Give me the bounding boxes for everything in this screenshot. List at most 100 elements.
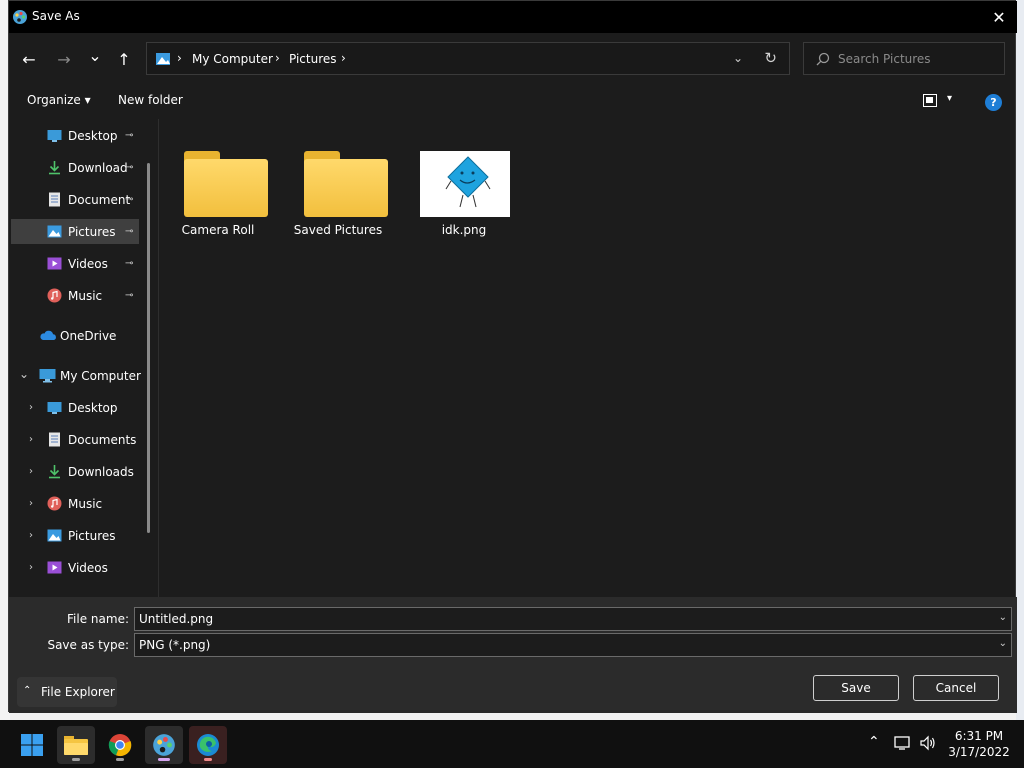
sidebar-item-document-quick[interactable]: Document ⊸ <box>11 187 139 212</box>
sidebar-item-music-quick[interactable]: Music ⊸ <box>11 283 139 308</box>
sidebar-scrollbar[interactable] <box>147 163 150 533</box>
expand-chevron-icon[interactable]: › <box>29 498 33 509</box>
sidebar-item-pictures[interactable]: › Pictures <box>11 523 139 548</box>
forward-arrow-icon[interactable]: → <box>52 47 76 71</box>
file-name-field[interactable]: ⌄ <box>134 607 1012 631</box>
expand-chevron-icon[interactable]: › <box>29 434 33 445</box>
blue-diamond-character-icon <box>445 156 491 208</box>
sidebar-item-pictures-quick[interactable]: Pictures ⊸ <box>11 219 139 244</box>
title-bar: Save As ✕ <box>9 1 1017 33</box>
taskbar-edge[interactable] <box>189 726 227 764</box>
search-box[interactable] <box>803 42 1005 75</box>
save-button[interactable]: Save <box>813 675 899 701</box>
window-title: Save As <box>32 9 80 23</box>
up-arrow-icon[interactable]: ↑ <box>112 47 136 71</box>
save-as-type-select[interactable]: PNG (*.png) ⌄ <box>134 633 1012 657</box>
expand-chevron-icon[interactable]: › <box>29 562 33 573</box>
file-name-input[interactable] <box>139 611 979 627</box>
running-indicator <box>116 758 124 761</box>
download-icon <box>49 161 60 175</box>
sidebar-item-downloads[interactable]: › Downloads <box>11 459 139 484</box>
clock-date: 3/17/2022 <box>948 745 1010 759</box>
back-arrow-icon[interactable]: ← <box>17 47 41 71</box>
sidebar-item-music[interactable]: › Music <box>11 491 139 516</box>
help-icon[interactable]: ? <box>985 94 1002 111</box>
sidebar-item-label: Videos <box>68 256 108 271</box>
sidebar-item-videos[interactable]: › Videos <box>11 555 139 580</box>
file-name-label: Saved Pictures <box>293 223 383 237</box>
new-folder-button[interactable]: New folder <box>118 93 183 107</box>
sidebar-item-label: Downloads <box>68 464 134 479</box>
search-input[interactable] <box>838 50 998 68</box>
taskbar-paint[interactable] <box>145 726 183 764</box>
view-mode-icon[interactable] <box>923 94 937 107</box>
view-options-chevron-icon[interactable]: ▾ <box>947 93 952 104</box>
save-as-type-label: Save as type: <box>47 638 129 652</box>
refresh-icon[interactable]: ↻ <box>764 49 777 67</box>
expand-chevron-icon[interactable]: › <box>29 402 33 413</box>
search-icon <box>816 52 830 66</box>
start-button[interactable] <box>13 726 51 764</box>
sidebar-item-label: Download <box>68 160 128 175</box>
videos-icon <box>47 257 62 270</box>
save-as-dialog: Save As ✕ ← → ⌄ ↑ › My Computer › Pictur… <box>8 0 1017 713</box>
file-explorer-label: File Explorer <box>41 685 115 699</box>
sidebar-item-my-computer[interactable]: ⌄ My Computer <box>11 363 141 388</box>
sidebar-item-label: Desktop <box>68 128 118 143</box>
file-name-label: idk.png <box>441 223 487 237</box>
chevron-up-icon: ⌃ <box>23 685 32 696</box>
document-icon <box>49 192 60 207</box>
sidebar-item-videos-quick[interactable]: Videos ⊸ <box>11 251 139 276</box>
save-as-type-value: PNG (*.png) <box>139 638 211 652</box>
sidebar-item-label: Document <box>68 192 131 207</box>
show-hidden-icons-chevron-icon[interactable]: ⌃ <box>868 734 880 750</box>
pictures-icon <box>156 53 170 65</box>
expand-chevron-icon[interactable]: › <box>29 530 33 541</box>
sidebar-item-label: My Computer <box>60 368 141 383</box>
save-as-type-dropdown-icon[interactable]: ⌄ <box>999 638 1007 649</box>
sidebar-item-onedrive[interactable]: OneDrive <box>11 323 139 348</box>
navigation-pane: Desktop ⊸ Download ⊸ Document ⊸ Pictures… <box>9 119 157 597</box>
breadcrumb-separator[interactable]: › <box>341 51 346 65</box>
organize-button[interactable]: Organize ▾ <box>27 93 91 107</box>
taskbar-file-explorer[interactable] <box>57 726 95 764</box>
breadcrumb-my-computer[interactable]: My Computer <box>192 52 273 66</box>
desktop-icon <box>47 130 62 142</box>
collapse-chevron-icon[interactable]: ⌄ <box>19 367 29 381</box>
folder-icon <box>64 736 88 755</box>
expand-chevron-icon[interactable]: › <box>29 466 33 477</box>
chrome-icon <box>108 734 132 757</box>
sidebar-item-label: Pictures <box>68 224 116 239</box>
taskbar: ⌃ 6:31 PM 3/17/2022 <box>0 720 1024 768</box>
cancel-button[interactable]: Cancel <box>913 675 999 701</box>
address-history-chevron-icon[interactable]: ⌄ <box>733 51 743 65</box>
sidebar-item-desktop-quick[interactable]: Desktop ⊸ <box>11 123 139 148</box>
breadcrumb-pictures[interactable]: Pictures <box>289 52 337 66</box>
file-name-dropdown-icon[interactable]: ⌄ <box>999 612 1007 623</box>
document-icon <box>49 432 60 447</box>
sidebar-item-download-quick[interactable]: Download ⊸ <box>11 155 139 180</box>
pin-icon: ⊸ <box>125 130 134 141</box>
folder-item-saved-pictures[interactable]: Saved Pictures <box>283 133 393 243</box>
recent-locations-chevron-icon[interactable]: ⌄ <box>83 43 107 67</box>
sidebar-item-label: Pictures <box>68 528 116 543</box>
folder-item-camera-roll[interactable]: Camera Roll <box>163 133 273 243</box>
sidebar-item-label: Music <box>68 288 103 303</box>
speaker-icon[interactable] <box>919 735 937 751</box>
pin-icon: ⊸ <box>125 258 134 269</box>
sidebar-item-documents[interactable]: › Documents <box>11 427 139 452</box>
save-options-panel: File name: ⌄ Save as type: PNG (*.png) ⌄… <box>9 597 1017 713</box>
image-thumbnail <box>420 151 510 217</box>
network-icon[interactable] <box>894 735 912 751</box>
address-bar[interactable]: › My Computer › Pictures › ⌄ ↻ <box>146 42 790 75</box>
breadcrumb-separator: › <box>177 51 182 65</box>
system-clock[interactable]: 6:31 PM 3/17/2022 <box>944 728 1014 760</box>
file-list-view: Camera Roll Saved Pictures idk.png <box>159 119 1015 597</box>
file-item-idk-png[interactable]: idk.png <box>409 133 519 243</box>
close-icon[interactable]: ✕ <box>987 5 1011 29</box>
sidebar-item-label: Videos <box>68 560 108 575</box>
sidebar-item-desktop[interactable]: › Desktop <box>11 395 139 420</box>
taskbar-chrome[interactable] <box>101 726 139 764</box>
videos-icon <box>47 561 62 574</box>
file-explorer-toggle[interactable]: ⌃ File Explorer <box>17 677 117 707</box>
